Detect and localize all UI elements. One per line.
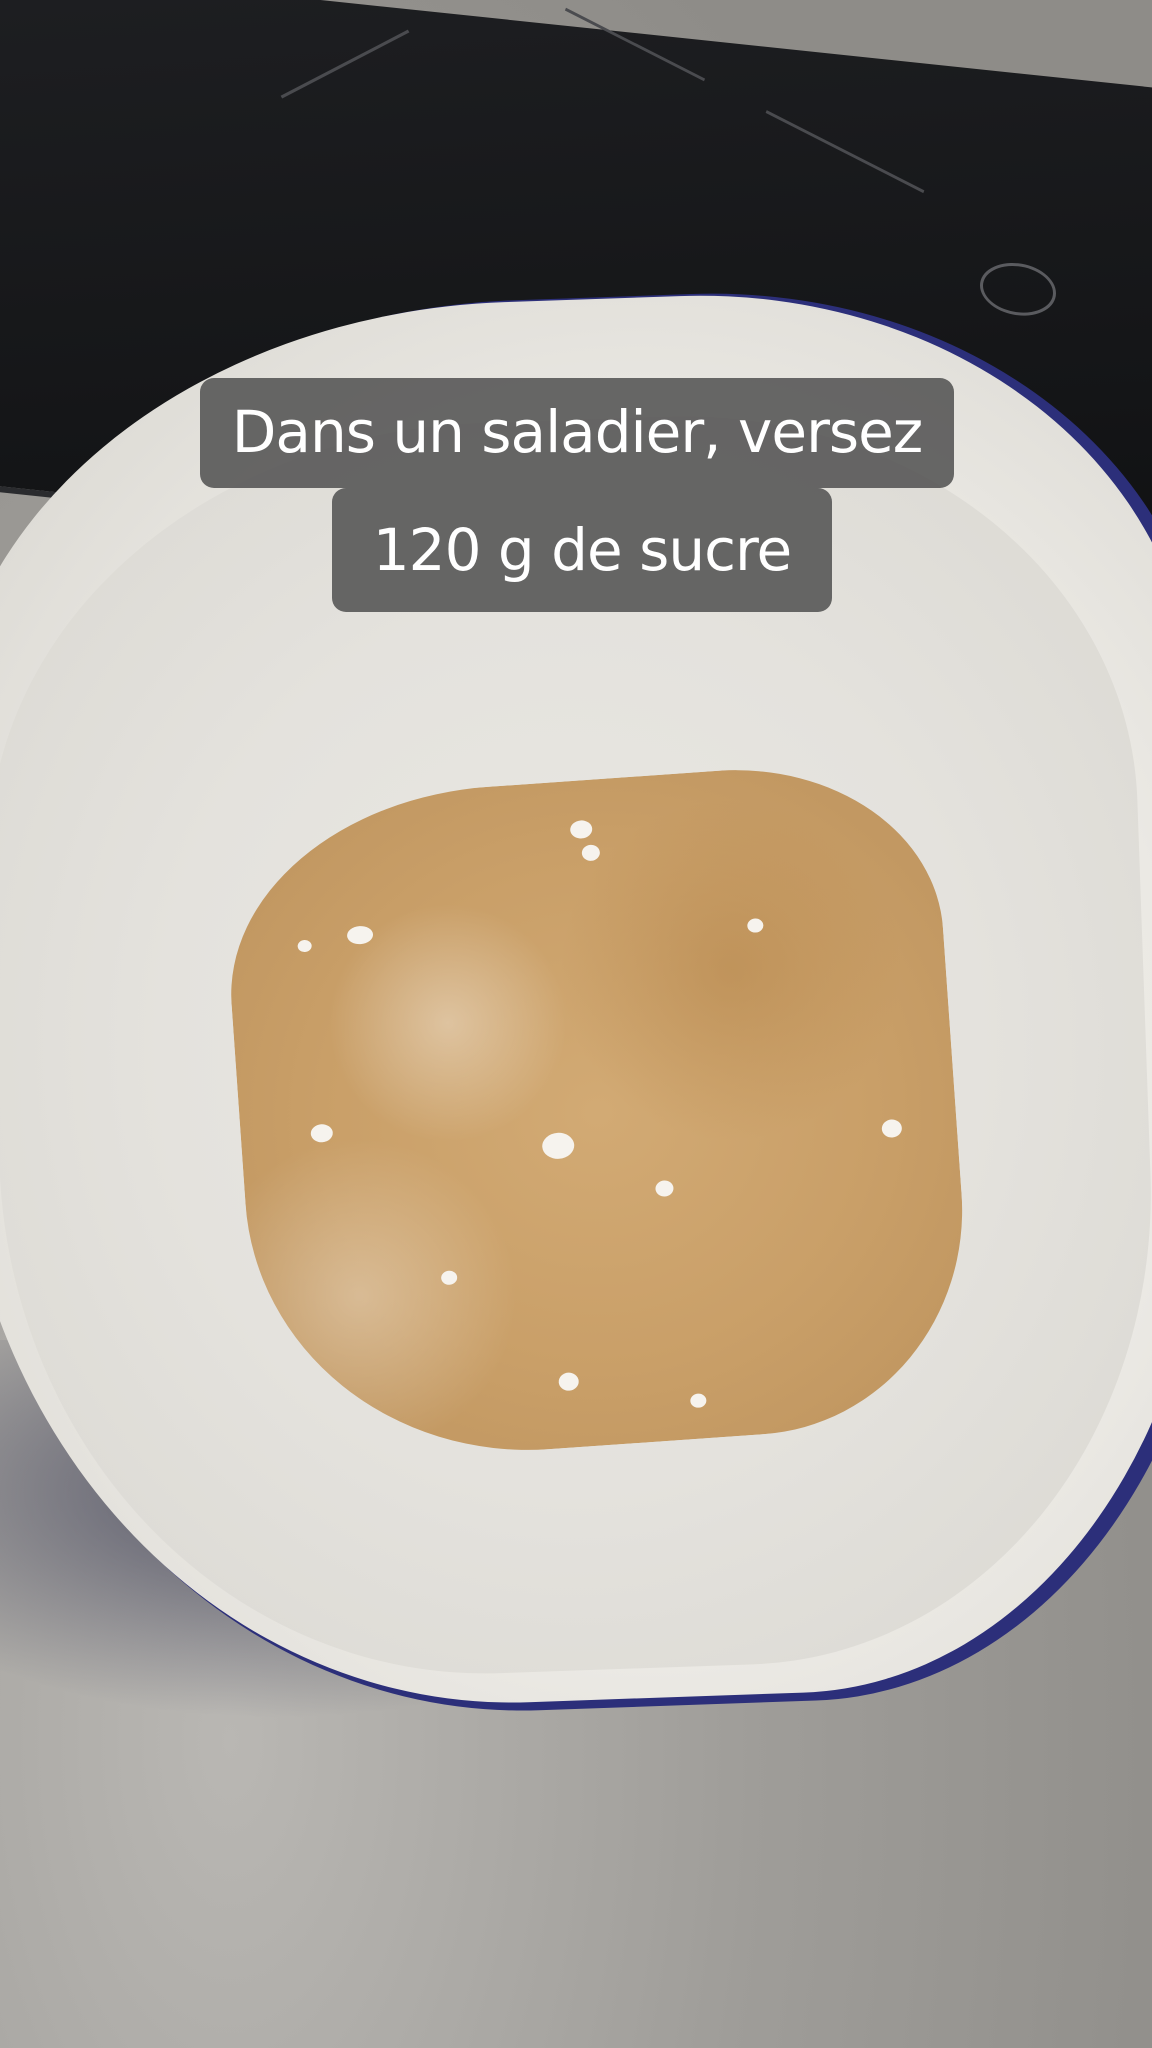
sugar-lump [581, 844, 601, 862]
cooktop-zone-icon [980, 259, 1056, 320]
photo-scene: Dans un saladier, versez 120 g de sucre [0, 0, 1152, 2048]
sugar-lump [558, 1371, 580, 1392]
sugar-lump [541, 1131, 576, 1160]
sugar-lump [689, 1393, 707, 1409]
sugar-lump [310, 1123, 334, 1144]
caption-line-2: 120 g de sucre [332, 488, 832, 612]
caption-line-1: Dans un saladier, versez [200, 378, 954, 488]
sugar-lump [654, 1179, 675, 1198]
cooktop-marking [280, 29, 410, 99]
cooktop-marking [765, 110, 925, 194]
sugar-lump [569, 819, 593, 840]
brown-sugar [217, 755, 978, 1470]
sugar-lump [346, 925, 374, 946]
sugar-lump [881, 1118, 903, 1139]
sugar-lump [440, 1270, 458, 1286]
sugar-lump [297, 939, 313, 953]
sugar-lump [746, 917, 764, 934]
